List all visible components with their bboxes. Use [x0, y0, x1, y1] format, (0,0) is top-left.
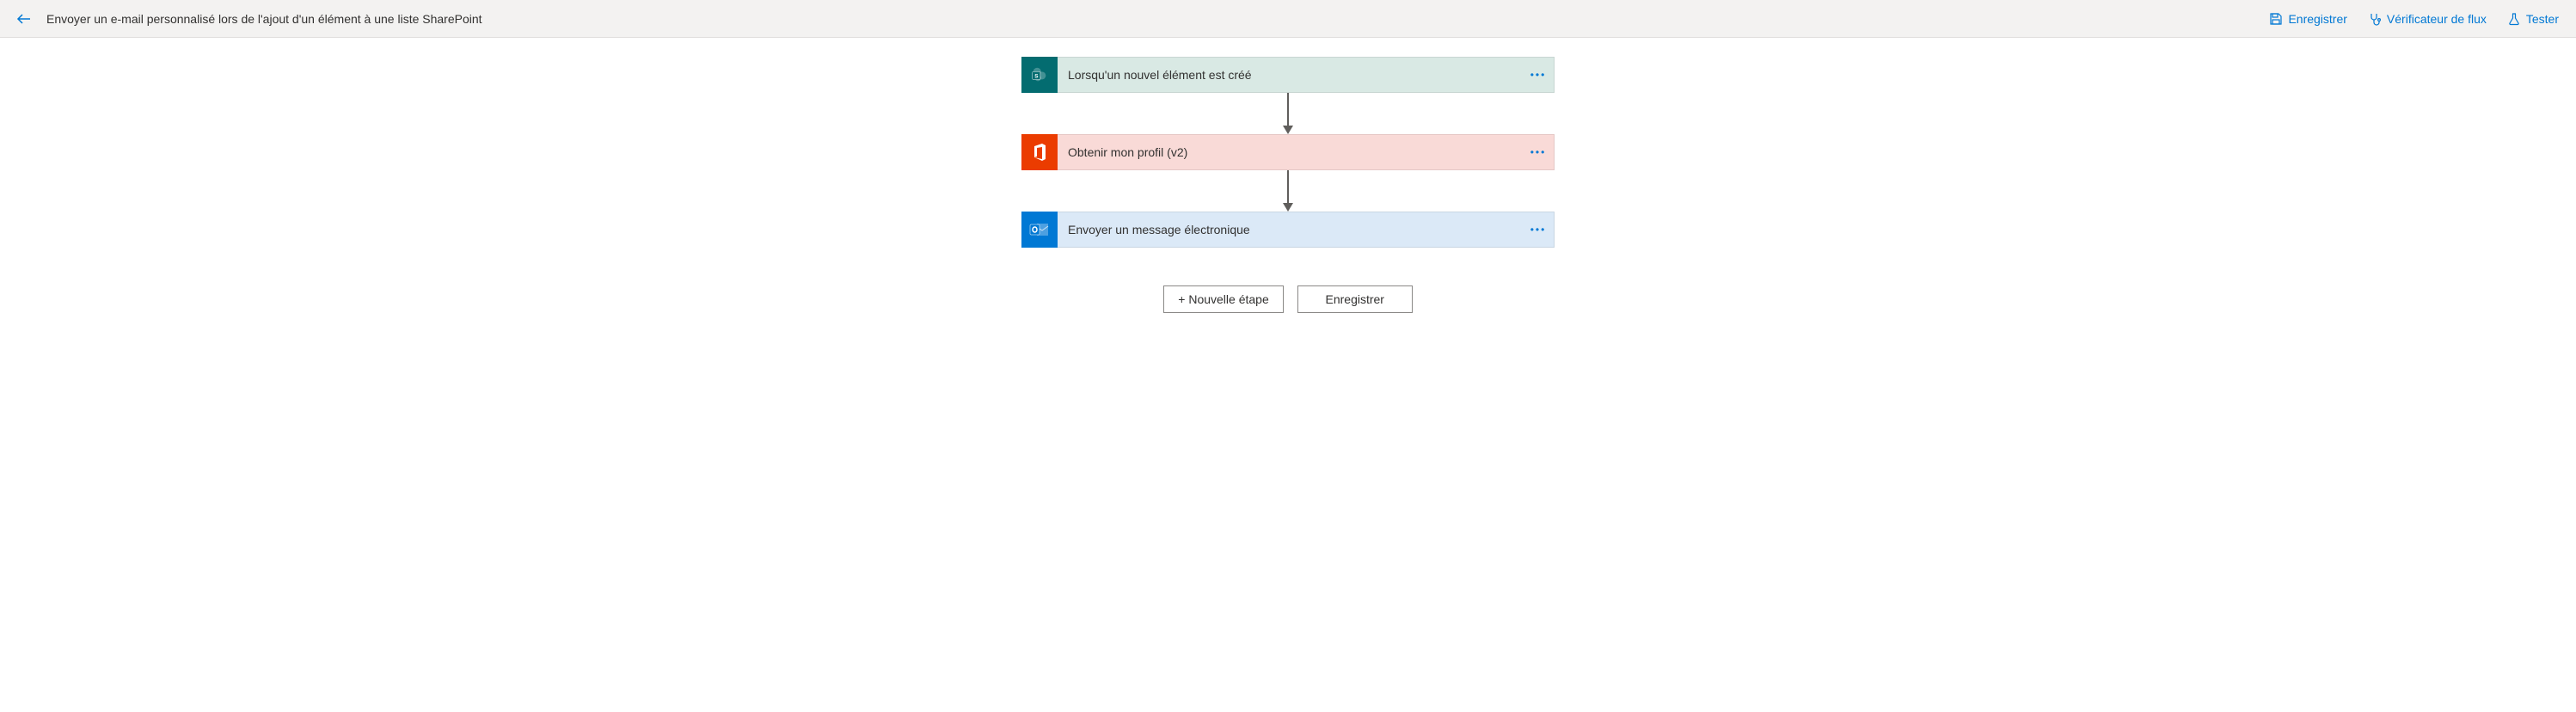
- step-get-profile-menu[interactable]: •••: [1523, 146, 1554, 158]
- back-button[interactable]: [14, 9, 34, 29]
- step-get-profile[interactable]: Obtenir mon profil (v2) •••: [1021, 134, 1555, 170]
- test-button[interactable]: Tester: [2504, 9, 2562, 29]
- svg-text:S: S: [1034, 74, 1039, 80]
- test-button-label: Tester: [2526, 12, 2559, 26]
- connector-arrow: [1279, 93, 1297, 134]
- ellipsis-icon: •••: [1530, 146, 1547, 158]
- toolbar-right-group: Enregistrer Vérificateur de flux Tester: [2266, 9, 2562, 29]
- ellipsis-icon: •••: [1530, 224, 1547, 236]
- save-button-label: Enregistrer: [2288, 12, 2346, 26]
- step-send-email[interactable]: Envoyer un message électronique •••: [1021, 212, 1555, 248]
- connector-arrow: [1279, 170, 1297, 212]
- toolbar-left-group: Envoyer un e-mail personnalisé lors de l…: [14, 9, 482, 29]
- outlook-icon: [1021, 212, 1058, 248]
- top-toolbar: Envoyer un e-mail personnalisé lors de l…: [0, 0, 2576, 38]
- save-button[interactable]: Enregistrer: [2266, 9, 2350, 29]
- step-send-email-menu[interactable]: •••: [1523, 224, 1554, 236]
- flow-checker-label: Vérificateur de flux: [2387, 12, 2487, 26]
- step-send-email-label: Envoyer un message électronique: [1058, 223, 1523, 236]
- flow-canvas: S Lorsqu'un nouvel élément est créé ••• …: [0, 38, 2576, 313]
- flow-checker-button[interactable]: Vérificateur de flux: [2364, 9, 2490, 29]
- ellipsis-icon: •••: [1530, 69, 1547, 81]
- save-canvas-button[interactable]: Enregistrer: [1297, 285, 1413, 313]
- canvas-actions: + Nouvelle étape Enregistrer: [1163, 285, 1412, 313]
- flask-icon: [2507, 12, 2521, 26]
- sharepoint-icon: S: [1021, 57, 1058, 93]
- step-trigger[interactable]: S Lorsqu'un nouvel élément est créé •••: [1021, 57, 1555, 93]
- stethoscope-icon: [2368, 12, 2382, 26]
- save-icon: [2269, 12, 2283, 26]
- step-trigger-label: Lorsqu'un nouvel élément est créé: [1058, 68, 1523, 82]
- flow-title: Envoyer un e-mail personnalisé lors de l…: [46, 12, 482, 26]
- office-icon: [1021, 134, 1058, 170]
- new-step-button[interactable]: + Nouvelle étape: [1163, 285, 1283, 313]
- step-get-profile-label: Obtenir mon profil (v2): [1058, 145, 1523, 159]
- step-trigger-menu[interactable]: •••: [1523, 69, 1554, 81]
- arrow-left-icon: [15, 10, 33, 28]
